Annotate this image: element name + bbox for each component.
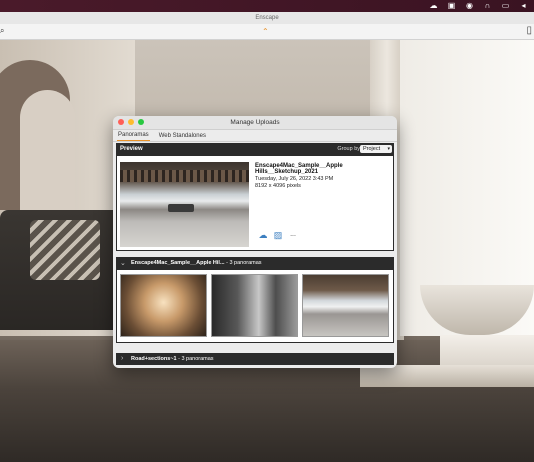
display-icon[interactable]: ▭ xyxy=(501,1,510,10)
preview-image xyxy=(120,162,249,247)
scene-pillow xyxy=(30,220,100,280)
group-header-2[interactable]: › Road+sections~1 - 3 panoramas xyxy=(116,353,394,365)
preview-label: Preview xyxy=(120,146,143,152)
headphones-icon[interactable]: ∩ xyxy=(483,1,492,10)
app-icon[interactable]: ▣ xyxy=(447,1,456,10)
image-icon[interactable]: ▨ xyxy=(272,230,284,240)
group-name: Enscape4Mac_Sample__Apple Hil... xyxy=(131,260,225,266)
panorama-size: 8192 x 4096 pixels xyxy=(255,183,301,189)
record-icon[interactable]: ◉ xyxy=(465,1,474,10)
group-name: Road+sections~1 xyxy=(131,356,177,362)
panorama-date: Tuesday, July 26, 2022 3:43 PM xyxy=(255,176,334,182)
panorama-thumbnail[interactable] xyxy=(120,274,207,337)
map-icon[interactable]: ▯ xyxy=(526,25,532,36)
scene-books-stack xyxy=(360,365,534,387)
app-toolbar: ⌕ ⌃ ▯ xyxy=(0,24,534,40)
dialog-title: Manage Uploads xyxy=(230,119,280,126)
dialog-tabs: Panoramas Web Standalones xyxy=(113,130,397,142)
app-title: Enscape xyxy=(255,15,279,21)
tab-web-standalones[interactable]: Web Standalones xyxy=(158,133,207,141)
chevron-up-icon[interactable]: ⌃ xyxy=(262,27,269,36)
chevron-down-icon[interactable]: ⌄ xyxy=(120,259,126,267)
manage-uploads-dialog: Manage Uploads Panoramas Web Standalones… xyxy=(113,116,397,368)
preview-meta: Enscape4Mac_Sample__Apple Hills__Sketchu… xyxy=(255,163,393,189)
dialog-titlebar: Manage Uploads xyxy=(113,116,397,130)
group-by-select[interactable]: Project ▾ xyxy=(360,145,392,153)
panorama-thumbnail[interactable] xyxy=(302,274,389,337)
panorama-thumbnail[interactable] xyxy=(211,274,298,337)
preview-header: Preview Group by Project ▾ xyxy=(116,143,394,155)
cloud-upload-icon[interactable]: ☁ xyxy=(257,230,269,240)
group-header-1[interactable]: ⌄ Enscape4Mac_Sample__Apple Hil... - 3 p… xyxy=(116,257,394,269)
cloud-icon[interactable]: ☁ xyxy=(429,1,438,10)
mac-menubar: ☁ ▣ ◉ ∩ ▭ ◂ xyxy=(0,0,534,12)
tab-panoramas[interactable]: Panoramas xyxy=(117,132,150,141)
volume-icon[interactable]: ◂ xyxy=(519,1,528,10)
search-icon[interactable]: ⌕ xyxy=(0,26,4,36)
panorama-name: Enscape4Mac_Sample__Apple Hills__Sketchu… xyxy=(255,163,343,175)
preview-panel: Enscape4Mac_Sample__Apple Hills__Sketchu… xyxy=(116,155,394,251)
scene-arch-inner xyxy=(20,90,75,210)
group-by-value: Project xyxy=(363,146,381,152)
group-count: - 3 panoramas xyxy=(178,356,214,362)
more-button[interactable]: ... xyxy=(287,230,299,240)
chevron-down-icon: ▾ xyxy=(387,146,390,152)
dialog-content: Preview Group by Project ▾ Enscape4Mac_S… xyxy=(116,143,394,365)
preview-actions: ☁ ▨ ... xyxy=(257,230,299,240)
group-count: - 3 panoramas xyxy=(226,260,262,266)
group-by-label: Group by xyxy=(337,146,360,152)
group-thumbnails xyxy=(116,269,394,343)
chevron-right-icon[interactable]: › xyxy=(121,355,123,362)
